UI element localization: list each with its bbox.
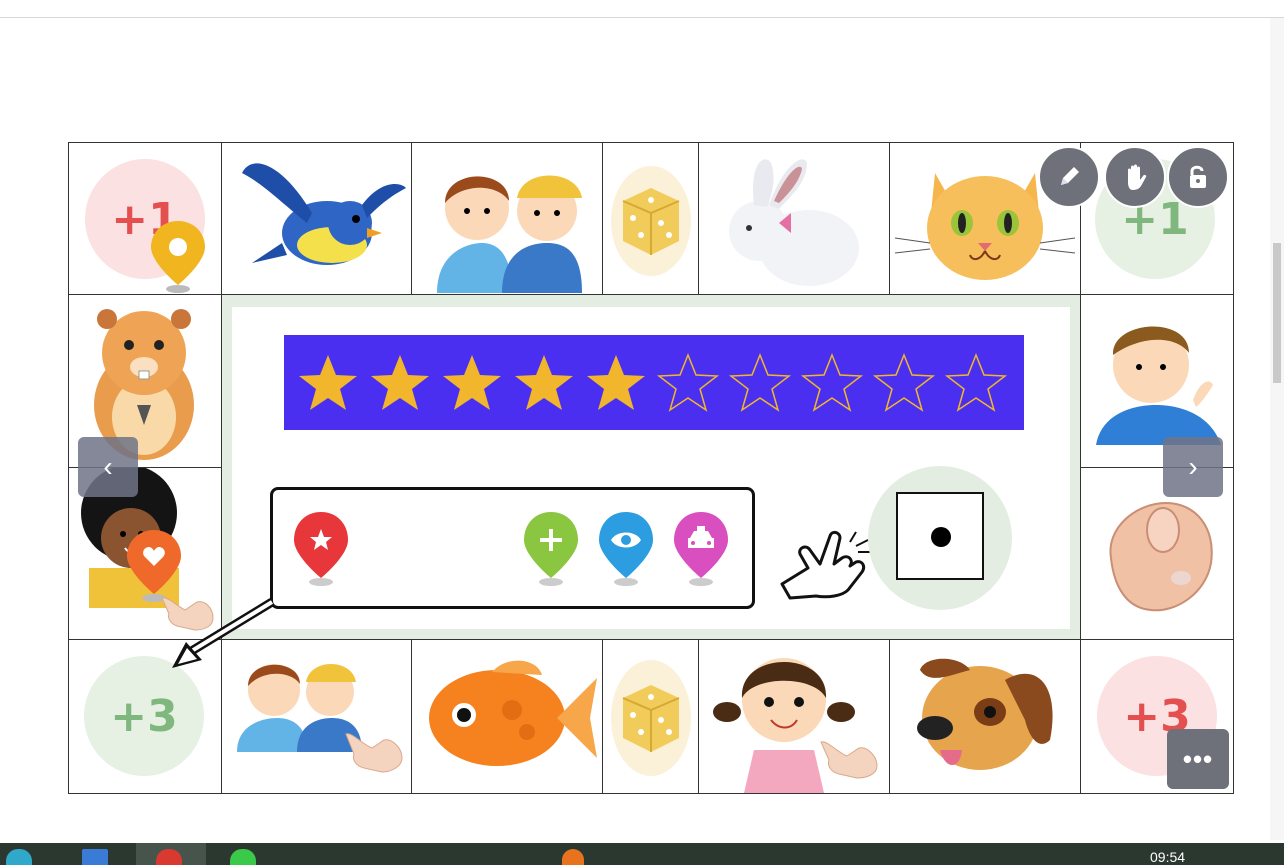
cell-girl[interactable] <box>698 639 890 794</box>
cell-goldfish[interactable] <box>411 639 603 794</box>
rabbit-icon <box>729 159 859 286</box>
cell-bird[interactable] <box>221 142 412 295</box>
scrollbar-thumb[interactable] <box>1273 243 1281 383</box>
filled-star-icon <box>587 354 645 410</box>
edit-button[interactable] <box>1038 146 1100 208</box>
tap-to-roll-hand-icon <box>780 530 872 600</box>
tap-hand-icon <box>345 733 403 773</box>
goldfish-icon <box>429 660 597 766</box>
red-star-token-icon[interactable] <box>292 510 350 588</box>
cell-dice[interactable] <box>602 142 699 295</box>
hand-icon <box>1128 164 1147 190</box>
tap-hand-icon <box>820 741 878 779</box>
filled-star-icon <box>371 354 429 410</box>
vertical-scrollbar[interactable] <box>1270 18 1284 840</box>
cell-bonus-plus1-red[interactable]: +1 <box>68 142 222 295</box>
filled-star-icon <box>443 354 501 410</box>
taskbar-app-icon[interactable] <box>156 849 182 865</box>
dice-icon <box>611 166 691 276</box>
cell-dog[interactable] <box>889 639 1081 794</box>
dice-icon <box>611 660 691 776</box>
taskbar-clock[interactable]: 09:54 <box>1150 849 1185 865</box>
unlock-icon <box>1190 165 1206 188</box>
bird-icon <box>242 163 406 265</box>
os-taskbar: 09:54 <box>0 843 1284 865</box>
empty-star-icon <box>872 352 936 412</box>
unlock-button[interactable] <box>1167 146 1229 208</box>
previous-button[interactable]: ‹ <box>78 437 138 497</box>
bonus-label: +3 <box>84 656 204 776</box>
taskbar-app-icon[interactable] <box>230 849 256 865</box>
filled-star-icon <box>299 354 357 410</box>
empty-star-icon <box>944 352 1008 412</box>
empty-star-icon <box>656 352 720 412</box>
taskbar-app-icon[interactable] <box>6 849 32 865</box>
filled-star-icon <box>515 354 573 410</box>
empty-star-icon <box>800 352 864 412</box>
direction-arrow-icon <box>172 598 275 668</box>
cell-dice-bottom[interactable] <box>602 639 699 794</box>
green-plus-token-icon[interactable] <box>522 510 580 588</box>
pencil-icon <box>1061 167 1079 185</box>
taskbar-app-icon[interactable] <box>82 849 108 865</box>
dog-icon <box>917 658 1053 770</box>
two-boys-icon <box>437 175 582 293</box>
yellow-location-token-icon[interactable] <box>149 219 207 295</box>
die[interactable] <box>896 492 984 580</box>
cell-rabbit[interactable] <box>698 142 890 295</box>
page-top-border <box>0 17 1284 18</box>
taskbar-app-icon[interactable] <box>562 849 584 865</box>
star-progress-bar <box>284 335 1024 430</box>
empty-star-icon <box>728 352 792 412</box>
die-pip <box>931 527 951 547</box>
more-options-button[interactable]: ••• <box>1167 729 1229 789</box>
next-button[interactable]: › <box>1163 437 1223 497</box>
pink-car-token-icon[interactable] <box>672 510 730 588</box>
blue-eye-token-icon[interactable] <box>597 510 655 588</box>
pan-button[interactable] <box>1104 146 1166 208</box>
cell-two-boys[interactable] <box>411 142 603 295</box>
